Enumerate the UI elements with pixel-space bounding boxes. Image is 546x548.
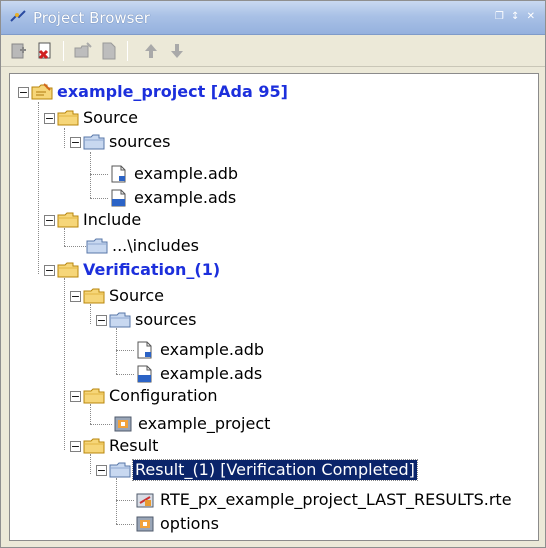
tree-item-label: example.adb bbox=[160, 340, 265, 359]
tree-item-label: sources bbox=[109, 132, 171, 151]
folder-icon bbox=[83, 387, 105, 405]
tree-item-label: ...\includes bbox=[112, 236, 199, 255]
tree-item-file[interactable]: example.ads bbox=[134, 362, 262, 386]
folder-icon bbox=[83, 437, 105, 455]
tree-item-source[interactable]: − Source bbox=[44, 106, 138, 130]
tree-item-configuration[interactable]: − Configuration bbox=[70, 384, 218, 408]
pin-icon[interactable]: ↕ bbox=[511, 11, 521, 22]
tree-item-label: Include bbox=[83, 210, 142, 229]
tree-item-file[interactable]: example.ads bbox=[108, 186, 236, 210]
tree-item-include[interactable]: − Include bbox=[44, 208, 141, 232]
undock-icon[interactable]: ❐ bbox=[495, 11, 506, 22]
source-folder-icon bbox=[83, 133, 105, 151]
folder-icon bbox=[57, 109, 79, 127]
tree-item-label: Verification_(1) bbox=[83, 260, 221, 279]
tree-item-source[interactable]: − Source bbox=[70, 284, 164, 308]
collapse-toggle[interactable]: − bbox=[18, 86, 29, 98]
ads-file-icon bbox=[108, 189, 130, 207]
collapse-toggle[interactable]: − bbox=[70, 136, 81, 148]
close-icon[interactable]: ✕ bbox=[527, 11, 537, 22]
tree-item-config[interactable]: example_project bbox=[112, 412, 270, 436]
remove-icon[interactable] bbox=[35, 41, 55, 61]
tree-item-options[interactable]: options bbox=[134, 512, 219, 536]
collapse-toggle[interactable]: − bbox=[44, 112, 55, 124]
collapse-toggle[interactable]: − bbox=[70, 390, 81, 402]
window-controls[interactable]: ❐ ↕ ✕ bbox=[495, 11, 537, 22]
collapse-toggle[interactable]: − bbox=[70, 290, 81, 302]
include-folder-icon bbox=[86, 237, 108, 255]
folder-icon bbox=[57, 211, 79, 229]
new-folder-icon[interactable] bbox=[73, 41, 93, 61]
new-file-icon[interactable] bbox=[99, 41, 119, 61]
tree-item-label: example_project bbox=[138, 414, 271, 433]
tree-item-result[interactable]: − Result bbox=[70, 434, 158, 458]
tree-item-label: Result_(1) [Verification Completed] bbox=[132, 459, 418, 481]
result-folder-icon bbox=[109, 461, 131, 479]
toolbar-separator bbox=[63, 41, 64, 61]
tree-item-file[interactable]: example.adb bbox=[134, 338, 264, 362]
project-tree[interactable]: − example_project [Ada 95] − Source − so… bbox=[9, 73, 539, 541]
collapse-toggle[interactable]: − bbox=[96, 464, 107, 476]
add-icon[interactable] bbox=[9, 41, 29, 61]
folder-icon bbox=[57, 261, 79, 279]
tree-item-label: RTE_px_example_project_LAST_RESULTS.rte bbox=[160, 490, 512, 509]
tree-item-label: options bbox=[160, 514, 219, 533]
adb-file-icon bbox=[108, 165, 130, 183]
project-browser-panel: Project Browser ❐ ↕ ✕ − example_project … bbox=[0, 0, 546, 548]
options-icon bbox=[134, 515, 156, 533]
tree-item-label: example.ads bbox=[134, 188, 237, 207]
collapse-toggle[interactable]: − bbox=[70, 440, 81, 452]
toolbar bbox=[1, 35, 545, 67]
collapse-toggle[interactable]: − bbox=[44, 214, 55, 226]
tree-item-label: Configuration bbox=[109, 386, 218, 405]
source-folder-icon bbox=[109, 311, 131, 329]
move-up-icon[interactable] bbox=[141, 41, 161, 61]
collapse-toggle[interactable]: − bbox=[96, 314, 107, 326]
adb-file-icon bbox=[134, 341, 156, 359]
folder-icon bbox=[83, 287, 105, 305]
project-browser-icon bbox=[10, 10, 26, 22]
title-bar: Project Browser ❐ ↕ ✕ bbox=[1, 1, 545, 35]
project-icon bbox=[31, 83, 53, 101]
tree-item-verification[interactable]: − Verification_(1) bbox=[44, 258, 220, 282]
tree-item-label: example.adb bbox=[134, 164, 239, 183]
tree-item-sources[interactable]: − sources bbox=[96, 308, 196, 332]
tree-item-file[interactable]: example.adb bbox=[108, 162, 238, 186]
tree-item-label: example.ads bbox=[160, 364, 263, 383]
ads-file-icon bbox=[134, 365, 156, 383]
tree-item-label: Source bbox=[83, 108, 138, 127]
tree-item-label: Source bbox=[109, 286, 164, 305]
rte-file-icon bbox=[134, 491, 156, 509]
tree-item-label: sources bbox=[135, 310, 197, 329]
tree-item-label: example_project [Ada 95] bbox=[57, 82, 288, 101]
toolbar-separator bbox=[127, 41, 128, 61]
configuration-icon bbox=[112, 415, 134, 433]
tree-item-root[interactable]: − example_project [Ada 95] bbox=[18, 80, 288, 104]
move-down-icon[interactable] bbox=[167, 41, 187, 61]
tree-item-sources[interactable]: − sources bbox=[70, 130, 170, 154]
window-title: Project Browser bbox=[33, 9, 150, 27]
collapse-toggle[interactable]: − bbox=[44, 264, 55, 276]
tree-item-rte[interactable]: RTE_px_example_project_LAST_RESULTS.rte bbox=[134, 488, 512, 512]
tree-item-label: Result bbox=[109, 436, 159, 455]
tree-item-result-selected[interactable]: − Result_(1) [Verification Completed] bbox=[96, 458, 418, 482]
tree-item-includes[interactable]: ...\includes bbox=[86, 234, 199, 258]
